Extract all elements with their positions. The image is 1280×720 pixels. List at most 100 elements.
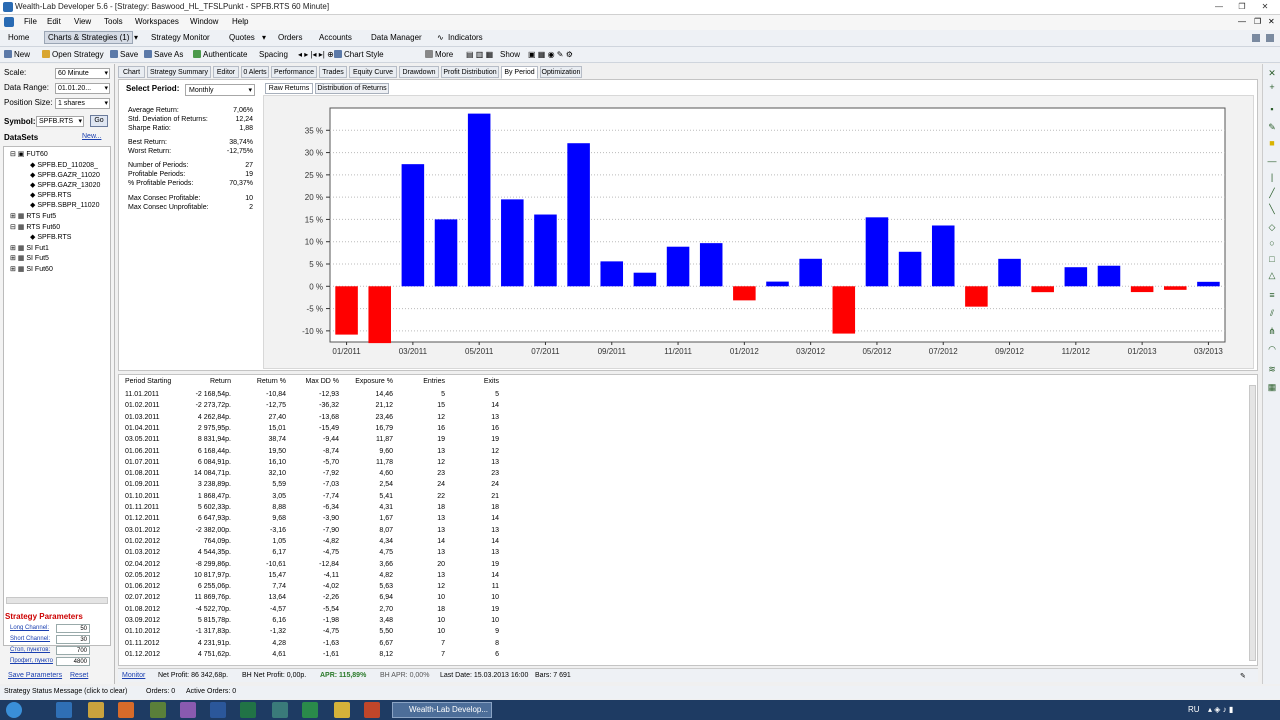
plus-icon[interactable]: + [1267, 82, 1277, 92]
language-indicator[interactable]: RU [1188, 705, 1200, 714]
data-range-select[interactable]: 01.01.20... [55, 83, 110, 94]
nav-strategy-monitor[interactable]: Strategy Monitor [151, 33, 210, 42]
tree-item-si-fut1[interactable]: ⊞ ▦ SI Fut1 [10, 244, 49, 252]
nav-charts-strategies[interactable]: Charts & Strategies (1) [44, 31, 134, 44]
period-select[interactable]: Monthly ▾ [185, 84, 255, 96]
save-parameters-link[interactable]: Save Parameters [8, 672, 62, 679]
go-button[interactable]: Go [90, 115, 108, 127]
indicators-icon[interactable]: ∿ [437, 33, 444, 42]
tree-item[interactable]: ◆ SPFB.GAZR_11020 [30, 171, 100, 179]
zoom-icons[interactable]: ◂ ▸ |◂ ▸| ⊕ [298, 50, 334, 59]
new-dataset-link[interactable]: New... [82, 133, 101, 140]
table-row[interactable]: 03.09.2012 5 815,78p. 6,16 -1,98 3,48 10 10 [119, 617, 519, 628]
table-row[interactable]: 01.02.2011 -2 273,72p. -12,75 -36,32 21,12 15… [119, 402, 519, 413]
new-button[interactable]: New [4, 50, 30, 59]
tab-performance[interactable]: Performance [271, 66, 317, 78]
table-row[interactable]: 01.10.2012 -1 317,83p. -1,32 -4,75 5,50 10 9 [119, 628, 519, 639]
table-row[interactable]: 01.11.2011 5 602,33p. 8,88 -6,34 4,31 18 18 [119, 504, 519, 515]
media-icon[interactable] [118, 702, 134, 718]
menu-view[interactable]: View [74, 17, 91, 26]
menu-edit[interactable]: Edit [47, 17, 61, 26]
nav-quotes[interactable]: Quotes [229, 33, 255, 42]
inner-minimize-button[interactable]: — [1238, 17, 1246, 26]
monitor-link[interactable]: Monitor [122, 672, 145, 679]
position-size-select[interactable]: 1 shares [55, 98, 110, 109]
tab-alerts[interactable]: 0 Alerts [241, 66, 269, 78]
authenticate-button[interactable]: Authenticate [193, 50, 247, 59]
view-icons[interactable]: ▤ ▥ ▦ [466, 50, 493, 59]
app-icon-6[interactable] [364, 702, 380, 718]
tray-icons[interactable]: ▴ ◈ ♪ ▮ [1208, 705, 1233, 714]
tab-chart[interactable]: Chart [118, 66, 145, 78]
nav-orders[interactable]: Orders [278, 33, 302, 42]
chart-style-button[interactable]: Chart Style [334, 50, 384, 59]
column-header-return-pct[interactable]: Return % [241, 378, 286, 385]
table-row[interactable]: 01.03.2012 4 544,35p. 6,17 -4,75 4,75 13 13 [119, 549, 519, 560]
inner-close-button[interactable]: ✕ [1268, 17, 1275, 26]
table-row[interactable]: 02.07.2012 11 869,76p. 13,64 -2,26 6,94 10 10 [119, 594, 519, 605]
tab-editor[interactable]: Editor [213, 66, 239, 78]
param-profit-input[interactable]: 4800 [56, 657, 90, 666]
tab-profit-distribution[interactable]: Profit Distribution [441, 66, 499, 78]
arc-icon[interactable]: ◠ [1267, 344, 1277, 354]
tab-strategy-summary[interactable]: Strategy Summary [147, 66, 211, 78]
app-icon-1[interactable] [150, 702, 166, 718]
column-header-max-dd-pct[interactable]: Max DD % [295, 378, 339, 385]
table-row[interactable]: 01.04.2011 2 975,95p. 15,01 -15,49 16,79 16 16 [119, 425, 519, 436]
table-row[interactable]: 02.05.2012 10 817,97p. 15,47 -4,11 4,82 13 14 [119, 572, 519, 583]
nav-accounts[interactable]: Accounts [319, 33, 352, 42]
excel-icon[interactable] [240, 702, 256, 718]
app-icon-4[interactable] [302, 702, 318, 718]
column-header-period-starting[interactable]: Period Starting [125, 378, 185, 385]
triangle-icon[interactable]: △ [1267, 270, 1277, 280]
edit-icon[interactable]: ✎ [1240, 672, 1246, 680]
param-long-channel-input[interactable]: 50 [56, 624, 90, 633]
fibonacci-icon[interactable]: ≡ [1267, 290, 1277, 300]
rectangle-icon[interactable]: □ [1267, 254, 1277, 264]
table-row[interactable]: 01.12.2012 4 751,62p. 4,61 -1,61 8,12 7 6 [119, 651, 519, 662]
tree-item-rts-fut5[interactable]: ⊞ ▦ RTS Fut5 [10, 212, 56, 220]
horizontal-line-icon[interactable]: — [1267, 156, 1277, 166]
app-icon-2[interactable] [180, 702, 196, 718]
taskbar-wealthlab-window[interactable]: Wealth-Lab Develop... [392, 702, 492, 718]
nav-indicators[interactable]: Indicators [448, 33, 483, 42]
table-row[interactable]: 01.02.2012 764,09p. 1,05 -4,82 4,34 14 14 [119, 538, 519, 549]
column-header-return[interactable]: Return [191, 378, 231, 385]
regression-icon[interactable]: ≋ [1267, 364, 1277, 374]
word-icon[interactable] [210, 702, 226, 718]
table-row[interactable]: 03.05.2011 8 831,94p. 38,74 -9,44 11,87 19 19 [119, 436, 519, 447]
close-icon[interactable]: ✕ [1267, 68, 1277, 78]
tab-trades[interactable]: Trades [319, 66, 347, 78]
vertical-line-icon[interactable]: | [1267, 172, 1277, 182]
pencil-icon[interactable]: ✎ [1267, 122, 1277, 132]
strategy-status-message[interactable]: Strategy Status Message (click to clear) [4, 688, 127, 695]
column-header-exposure-pct[interactable]: Exposure % [347, 378, 393, 385]
minimize-button[interactable]: — [1213, 2, 1225, 12]
subtab-distribution-of-returns[interactable]: Distribution of Returns [315, 83, 389, 94]
scale-select[interactable]: 60 Minute [55, 68, 110, 79]
grid-icon[interactable]: ▦ [1267, 382, 1277, 392]
table-row[interactable]: 01.03.2011 4 262,84p. 27,40 -13,68 23,46 12 13 [119, 414, 519, 425]
table-row[interactable]: 01.06.2011 6 168,44p. 19,50 -8,74 9,60 13 12 [119, 448, 519, 459]
tree-item-rts-fut60[interactable]: ⊟ ▦ RTS Fut60 [10, 223, 60, 231]
start-button-icon[interactable] [6, 702, 22, 718]
tree-item-si-fut5[interactable]: ⊞ ▦ SI Fut5 [10, 254, 49, 262]
trendline-icon[interactable]: ╱ [1267, 188, 1277, 198]
table-row[interactable]: 02.04.2012 -8 299,86p. -10,61 -12,84 3,66 20 1… [119, 561, 519, 572]
circle-icon[interactable]: ○ [1267, 238, 1277, 248]
column-header-entries[interactable]: Entries [401, 378, 445, 385]
tree-item[interactable]: ◆ SPFB.RTS [30, 233, 71, 241]
menu-help[interactable]: Help [232, 17, 248, 26]
table-row[interactable]: 01.07.2011 6 084,91p. 16,10 -5,70 11,78 12 13 [119, 459, 519, 470]
andrews-icon[interactable]: ⋔ [1267, 326, 1277, 336]
tree-item[interactable]: ◆ SPFB.GAZR_13020 [30, 181, 100, 189]
table-row[interactable]: 01.12.2011 6 647,93p. 9,68 -3,90 1,67 13 14 [119, 515, 519, 526]
diamond-icon[interactable]: ◇ [1267, 222, 1277, 232]
layout-icon[interactable] [1252, 34, 1260, 42]
menu-window[interactable]: Window [190, 17, 218, 26]
note-icon[interactable]: ■ [1267, 138, 1277, 148]
spacing-button[interactable]: Spacing [259, 50, 288, 59]
layer-icon[interactable]: ▪ [1267, 104, 1277, 114]
more-button[interactable]: More [425, 50, 453, 59]
menu-file[interactable]: File [24, 17, 37, 26]
